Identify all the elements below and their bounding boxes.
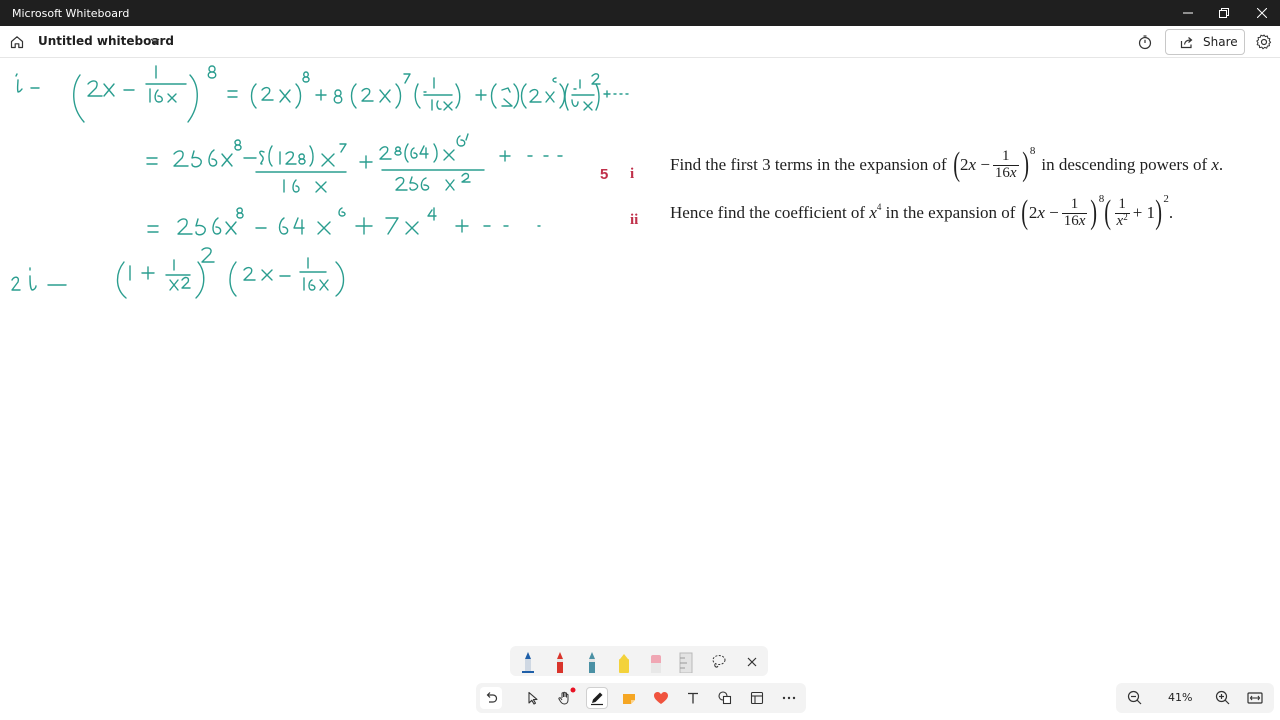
- timer-icon[interactable]: [1135, 32, 1155, 52]
- ink-line-1[interactable]: i - (2x − 1/16x)⁸ = (2x)⁸ + 8(2x)⁷(−1/16…: [15, 65, 629, 123]
- share-button[interactable]: Share: [1165, 29, 1245, 55]
- restore-icon: [1219, 8, 1229, 18]
- reactions-button[interactable]: [650, 687, 672, 709]
- part-i-text-after: in descending powers of: [1041, 155, 1208, 174]
- close-icon: [1257, 8, 1267, 18]
- main-toolbar: [476, 683, 806, 713]
- part-i-text: Find the first 3 terms in the expansion …: [670, 145, 1224, 183]
- zoom-level[interactable]: 41%: [1168, 691, 1192, 704]
- pen-tray: [510, 646, 768, 676]
- pen-icon: [591, 692, 603, 706]
- minimize-icon: [1183, 12, 1193, 14]
- shapes-icon: [718, 691, 732, 705]
- part-ii-text-mid: in the expansion of: [885, 203, 1016, 222]
- pen-teal-icon[interactable]: [584, 651, 600, 673]
- close-window-button[interactable]: [1244, 0, 1280, 26]
- app-title: Microsoft Whiteboard: [12, 7, 130, 20]
- question-image[interactable]: 5 i Find the first 3 terms in the expans…: [596, 144, 1280, 254]
- fit-to-screen-icon[interactable]: [1245, 688, 1265, 708]
- home-button[interactable]: [6, 31, 28, 53]
- whiteboard-canvas[interactable]: i - (2x − 1/16x)⁸ = (2x)⁸ + 8(2x)⁷(−1/16…: [0, 58, 1280, 720]
- part-i-label: i: [630, 166, 635, 182]
- part-i-text-before: Find the first 3 terms in the expansion …: [670, 155, 947, 174]
- handwritten-ink[interactable]: i - (2x − 1/16x)⁸ = (2x)⁸ + 8(2x)⁷(−1/16…: [0, 58, 640, 318]
- undo-icon: [486, 692, 498, 703]
- ink-line-3[interactable]: = 256x⁸ − 64x⁶ + 7x⁴ + ...: [147, 207, 541, 236]
- minimize-button[interactable]: [1170, 0, 1206, 26]
- more-button[interactable]: [778, 687, 800, 709]
- templates-button[interactable]: [746, 687, 768, 709]
- pen-blue-icon[interactable]: [520, 651, 536, 673]
- gear-icon[interactable]: [1254, 32, 1274, 52]
- zoom-in-icon[interactable]: [1213, 688, 1233, 708]
- eraser-icon[interactable]: [648, 651, 664, 673]
- cursor-icon: [528, 691, 538, 705]
- share-label: Share: [1203, 35, 1238, 49]
- zoom-out-icon[interactable]: [1125, 688, 1145, 708]
- app-header: Untitled whiteboard Share: [0, 26, 1280, 58]
- restore-button[interactable]: [1206, 0, 1242, 26]
- chevron-down-icon[interactable]: [150, 37, 160, 45]
- title-bar: Microsoft Whiteboard: [0, 0, 1280, 26]
- text-icon: [688, 692, 698, 704]
- part-ii-text: Hence find the coefficient of x4 in the …: [670, 193, 1174, 231]
- highlighter-yellow-icon[interactable]: [616, 651, 632, 673]
- share-icon: [1180, 36, 1193, 48]
- text-tool-button[interactable]: [682, 687, 704, 709]
- ink-line-2[interactable]: = 256x⁸ − 8(128)x⁷/16x + 28(64)x⁶/256x² …: [146, 133, 563, 193]
- select-tool-button[interactable]: [522, 687, 544, 709]
- part-ii-label: ii: [630, 212, 639, 228]
- heart-icon: [654, 692, 668, 704]
- pan-tool-button[interactable]: [554, 687, 576, 709]
- shapes-button[interactable]: [714, 687, 736, 709]
- templates-icon: [750, 691, 764, 705]
- ruler-icon[interactable]: [678, 651, 694, 673]
- undo-button[interactable]: [480, 687, 502, 709]
- part-ii-text-before: Hence find the coefficient of: [670, 203, 866, 222]
- lasso-icon[interactable]: [710, 653, 728, 671]
- question-number: 5: [600, 166, 609, 183]
- sticky-note-button[interactable]: [618, 687, 640, 709]
- notification-dot-icon: [570, 687, 576, 693]
- zoom-controls: 41%: [1116, 683, 1274, 713]
- more-icon: [782, 696, 796, 700]
- ink-line-4[interactable]: ii - (1 + 1/x²)² (2x − 1/16x): [11, 247, 345, 299]
- ink-tool-button[interactable]: [586, 687, 608, 709]
- home-icon: [10, 36, 24, 49]
- pen-red-icon[interactable]: [552, 651, 568, 673]
- close-icon[interactable]: [743, 653, 761, 671]
- sticky-note-icon: [623, 694, 635, 704]
